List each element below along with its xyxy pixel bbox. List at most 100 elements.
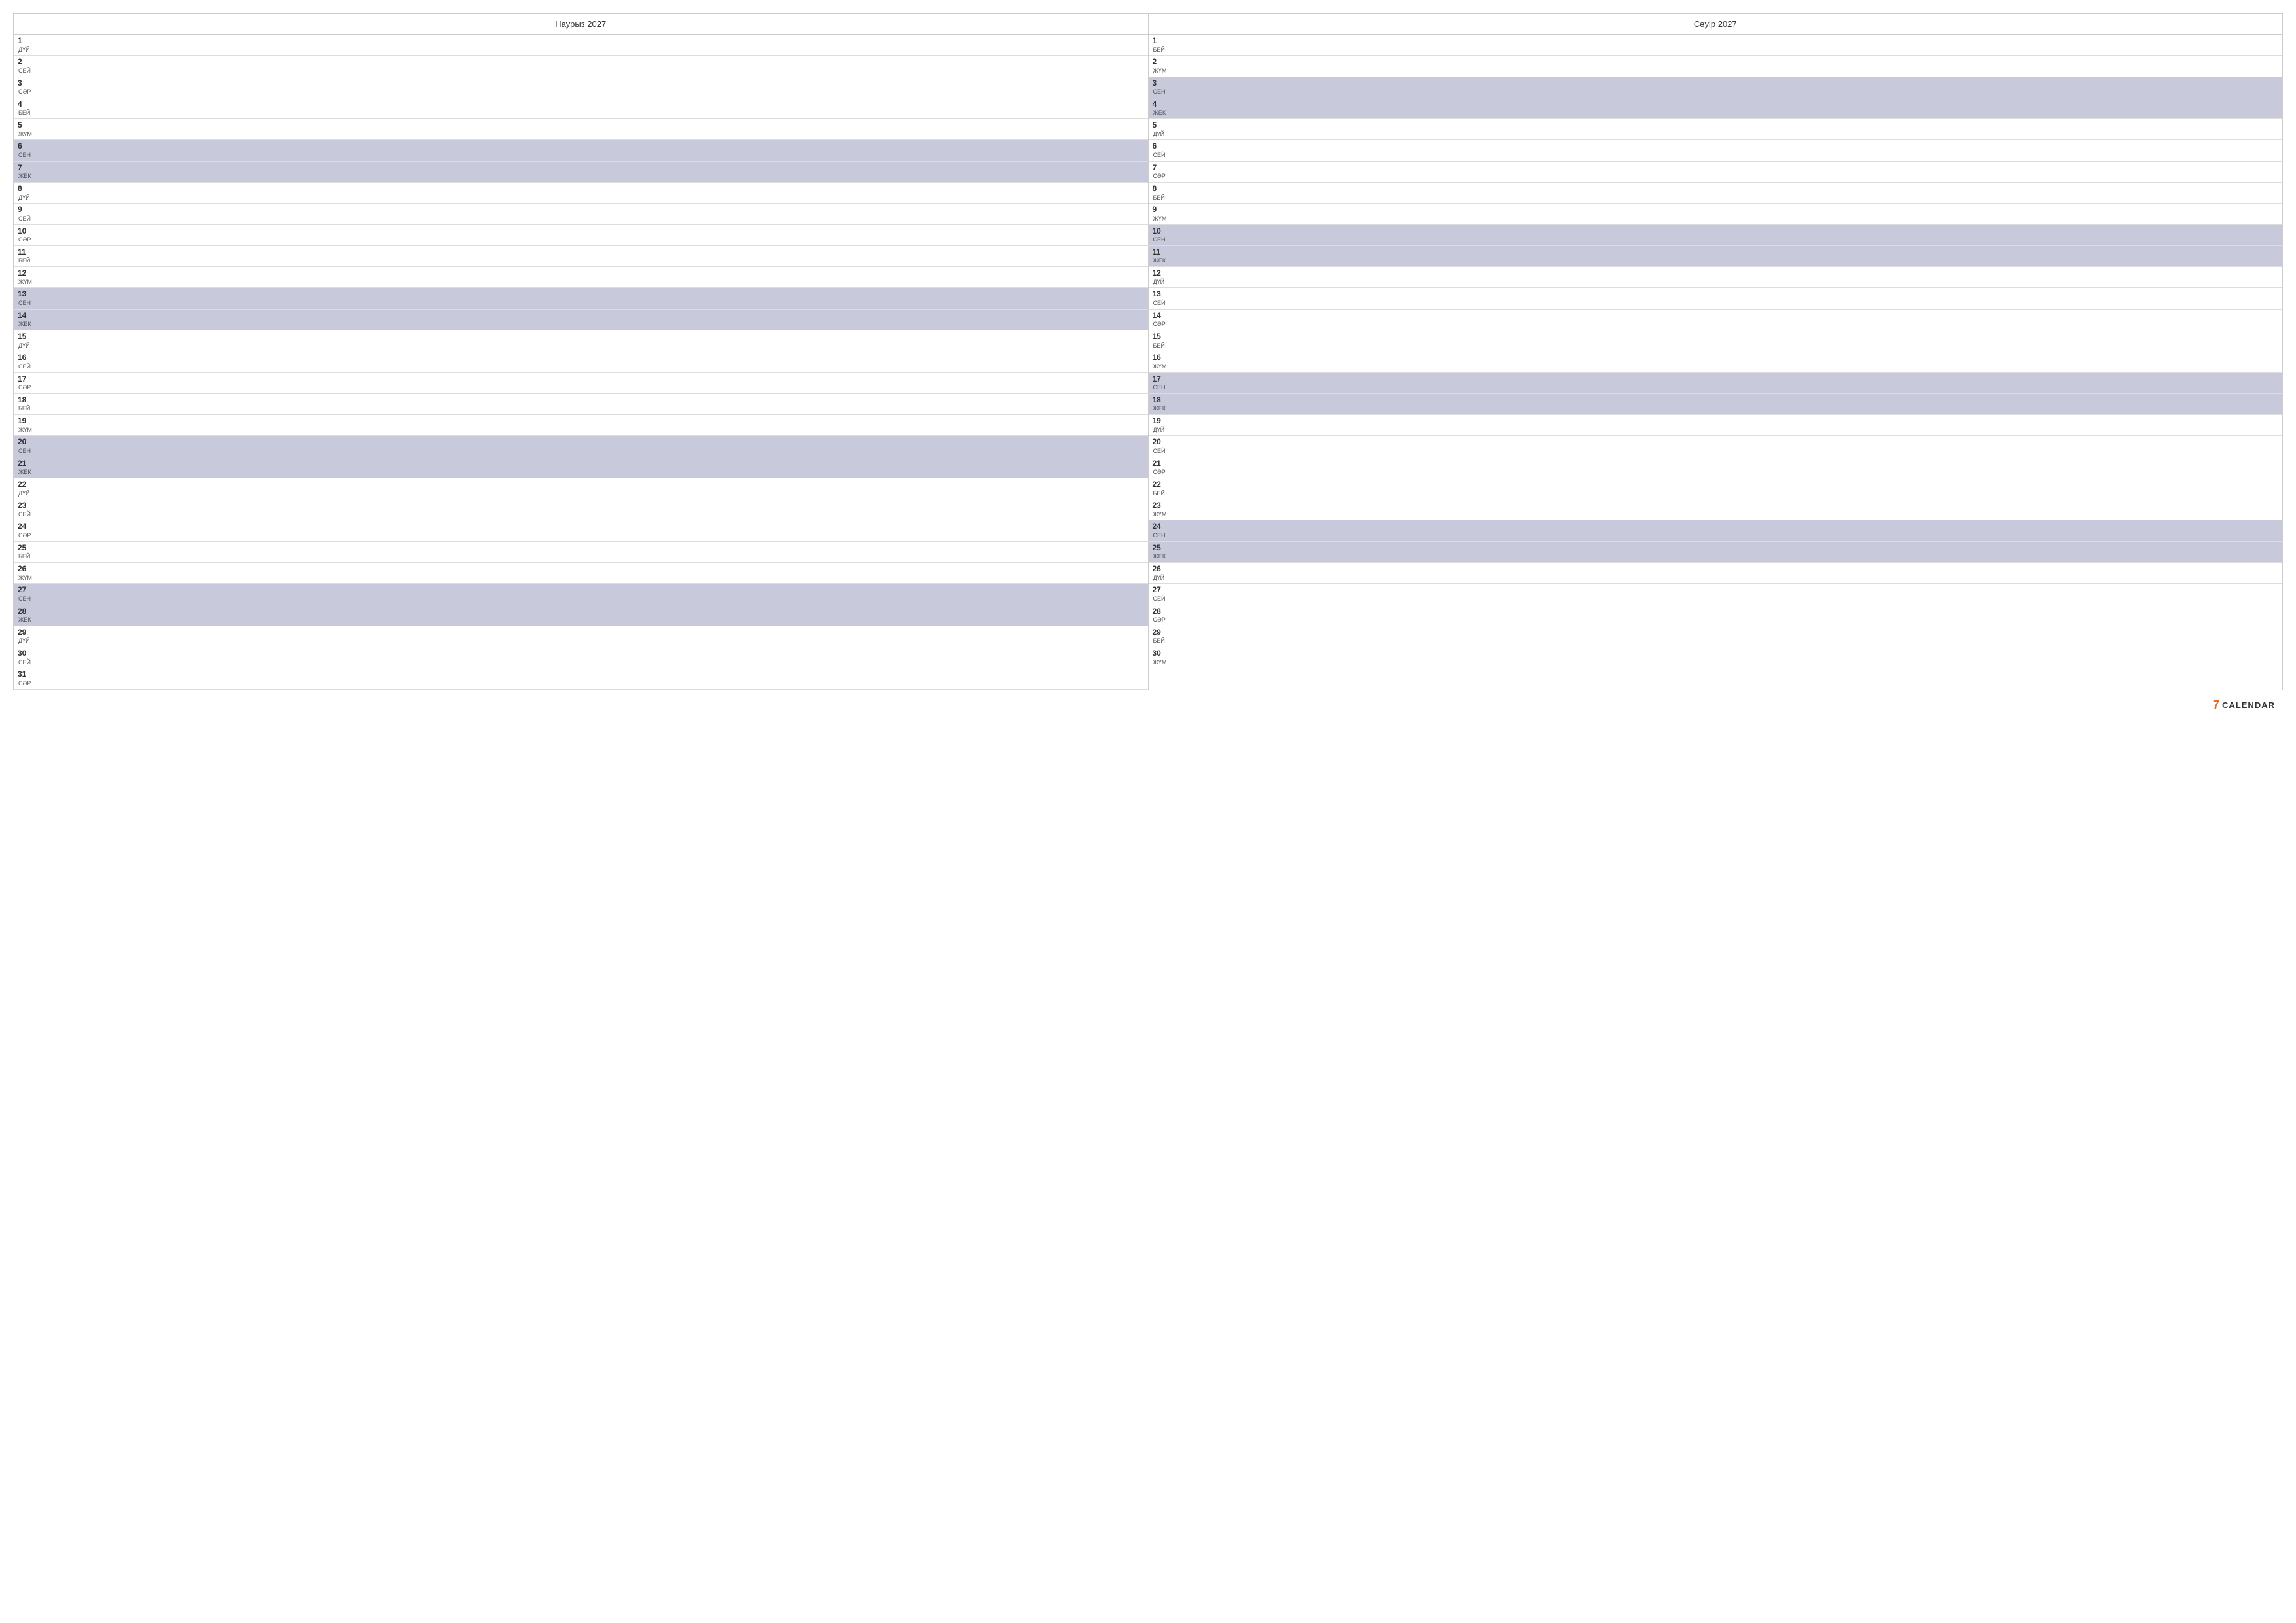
march-day-name: СЕН — [18, 448, 32, 455]
april-day-cell: 16 ЖҮМ — [1153, 353, 1167, 370]
april-day-row: 7 СӘР — [1149, 162, 2283, 183]
march-day-row: 3 СӘР — [14, 77, 1148, 98]
march-day-num: 9 — [18, 205, 32, 215]
april-day-name: СӘР — [1153, 173, 1167, 181]
april-day-num: 10 — [1153, 226, 1167, 237]
march-day-num: 21 — [18, 459, 32, 469]
april-day-row: 20 СЕЙ — [1149, 436, 2283, 457]
march-day-row: 4 БЕЙ — [14, 98, 1148, 119]
april-day-cell: 23 ЖҮМ — [1153, 501, 1167, 518]
march-day-cell: 24 СӘР — [18, 522, 32, 539]
march-day-row: 16 СЕЙ — [14, 351, 1148, 372]
april-day-num: 12 — [1153, 268, 1167, 279]
march-day-name: СӘР — [18, 236, 32, 244]
april-day-num: 27 — [1153, 585, 1167, 596]
april-day-name: СЕЙ — [1153, 152, 1167, 160]
march-day-name: СЕЙ — [18, 215, 32, 223]
april-day-name: БЕЙ — [1153, 490, 1167, 498]
april-day-cell: 1 БЕЙ — [1153, 36, 1167, 54]
april-day-num: 14 — [1153, 311, 1167, 321]
april-day-row: 17 СЕН — [1149, 373, 2283, 394]
march-day-num: 18 — [18, 395, 32, 406]
march-day-name: БЕЙ — [18, 405, 32, 413]
april-day-num: 13 — [1153, 289, 1167, 300]
april-day-num: 8 — [1153, 184, 1167, 194]
april-day-row: 18 ЖЕК — [1149, 394, 2283, 415]
march-day-name: СЕН — [18, 300, 32, 308]
march-day-cell: 3 СӘР — [18, 79, 32, 96]
march-day-cell: 6 СЕН — [18, 141, 32, 159]
footer-logo: 7 CALENDAR — [2213, 698, 2275, 712]
april-day-cell: 8 БЕЙ — [1153, 184, 1167, 202]
march-day-num: 28 — [18, 607, 32, 617]
march-day-cell: 28 ЖЕК — [18, 607, 32, 624]
march-day-row: 17 СӘР — [14, 373, 1148, 394]
march-day-cell: 23 СЕЙ — [18, 501, 32, 518]
april-day-name: СӘР — [1153, 469, 1167, 476]
march-day-row: 24 СӘР — [14, 520, 1148, 541]
march-day-num: 23 — [18, 501, 32, 511]
march-day-name: ЖҮМ — [18, 131, 32, 139]
april-day-cell: 9 ЖҮМ — [1153, 205, 1167, 223]
march-day-name: ЖЕК — [18, 616, 32, 624]
march-day-cell: 20 СЕН — [18, 437, 32, 455]
march-day-cell: 11 БЕЙ — [18, 247, 32, 265]
march-day-name: СӘР — [18, 88, 32, 96]
april-day-row: 9 ЖҮМ — [1149, 204, 2283, 224]
march-day-num: 14 — [18, 311, 32, 321]
april-day-cell: 18 ЖЕК — [1153, 395, 1167, 413]
april-day-row: 21 СӘР — [1149, 457, 2283, 478]
march-day-cell: 7 ЖЕК — [18, 163, 32, 181]
april-day-name: ЖҮМ — [1153, 363, 1167, 371]
april-day-name: СЕН — [1153, 384, 1167, 392]
april-day-row: 13 СЕЙ — [1149, 288, 2283, 309]
april-day-name: БЕЙ — [1153, 46, 1167, 54]
march-day-row: 21 ЖЕК — [14, 457, 1148, 478]
april-day-cell: 30 ЖҮМ — [1153, 649, 1167, 666]
march-day-cell: 16 СЕЙ — [18, 353, 32, 370]
march-day-row: 13 СЕН — [14, 288, 1148, 309]
april-day-name: ЖҮМ — [1153, 215, 1167, 223]
march-day-num: 31 — [18, 669, 32, 680]
march-day-row: 1 ДҮЙ — [14, 35, 1148, 56]
march-day-name: ЖЕК — [18, 173, 32, 181]
march-day-cell: 17 СӘР — [18, 374, 32, 392]
march-day-row: 19 ЖҮМ — [14, 415, 1148, 436]
march-day-num: 8 — [18, 184, 32, 194]
april-day-num: 16 — [1153, 353, 1167, 363]
april-day-row: 23 ЖҮМ — [1149, 499, 2283, 520]
april-day-row: 29 БЕЙ — [1149, 626, 2283, 647]
march-day-row: 22 ДҮЙ — [14, 478, 1148, 499]
april-day-name: ЖҮМ — [1153, 67, 1167, 75]
march-day-num: 6 — [18, 141, 32, 152]
april-day-cell: 11 ЖЕК — [1153, 247, 1167, 265]
april-day-row: 11 ЖЕК — [1149, 246, 2283, 267]
april-day-cell: 7 СӘР — [1153, 163, 1167, 181]
march-day-num: 16 — [18, 353, 32, 363]
march-day-name: СӘР — [18, 384, 32, 392]
april-day-num: 19 — [1153, 416, 1167, 427]
logo-icon: 7 — [2213, 698, 2219, 712]
march-day-row: 8 ДҮЙ — [14, 183, 1148, 204]
march-day-name: БЕЙ — [18, 553, 32, 561]
april-calendar: Сәуір 2027 1 БЕЙ 2 ЖҮМ 3 СЕН 4 ЖЕК 5 — [1149, 13, 2284, 690]
march-day-row: 20 СЕН — [14, 436, 1148, 457]
april-day-name: ДҮЙ — [1153, 427, 1167, 435]
march-day-num: 24 — [18, 522, 32, 532]
april-day-name: СЕН — [1153, 236, 1167, 244]
april-day-num: 26 — [1153, 564, 1167, 575]
march-day-num: 4 — [18, 99, 32, 110]
march-day-row: 7 ЖЕК — [14, 162, 1148, 183]
april-day-row: 3 СЕН — [1149, 77, 2283, 98]
april-day-num: 20 — [1153, 437, 1167, 448]
april-day-row: 16 ЖҮМ — [1149, 351, 2283, 372]
april-day-row: 2 ЖҮМ — [1149, 56, 2283, 77]
april-day-num: 23 — [1153, 501, 1167, 511]
march-day-name: БЕЙ — [18, 257, 32, 265]
april-day-row: 15 БЕЙ — [1149, 330, 2283, 351]
march-day-row: 28 ЖЕК — [14, 605, 1148, 626]
april-day-num: 22 — [1153, 480, 1167, 490]
april-day-row: 1 БЕЙ — [1149, 35, 2283, 56]
march-day-num: 30 — [18, 649, 32, 659]
april-day-cell: 3 СЕН — [1153, 79, 1167, 96]
